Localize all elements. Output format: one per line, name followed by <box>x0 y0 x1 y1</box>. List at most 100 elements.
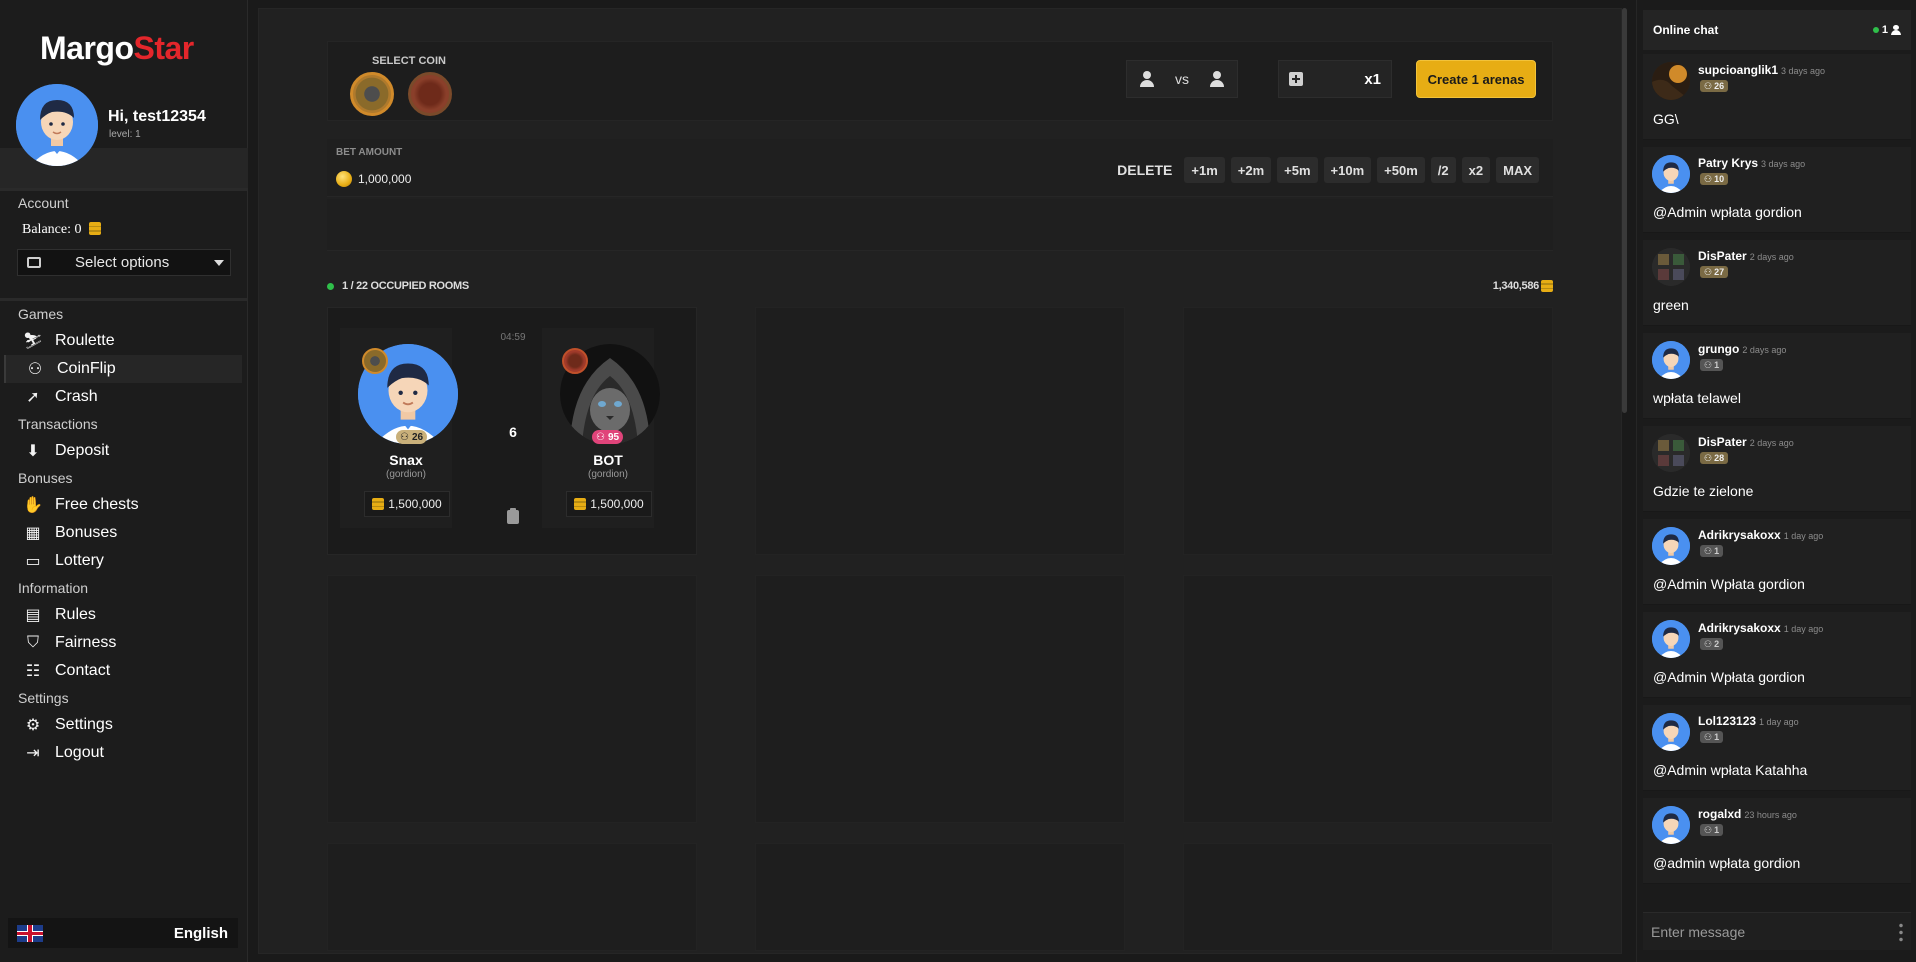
chat-message-input[interactable] <box>1651 923 1881 940</box>
player-name: BOT <box>593 452 623 468</box>
gold-coin-icon <box>336 171 352 187</box>
chat-username-text: rogalxd <box>1698 807 1742 821</box>
chat-message: supcioanglik1 3 days ago ⚇ 26 GG\ <box>1643 54 1911 140</box>
empty-room-slot <box>755 843 1125 951</box>
sidebar-item-roulette[interactable]: ⛷ Roulette <box>4 327 242 355</box>
level-icon: ⚇ <box>1704 266 1713 277</box>
level-icon: ⚇ <box>1704 80 1713 91</box>
hand-icon: ✋ <box>23 497 43 514</box>
bet-plus-50m-button[interactable]: +50m <box>1377 157 1425 183</box>
chat-timestamp: 3 days ago <box>1781 66 1826 76</box>
chat-user-avatar[interactable] <box>1652 155 1690 193</box>
site-logo[interactable]: MargoStar <box>40 30 194 67</box>
chat-user-avatar[interactable] <box>1652 713 1690 751</box>
bet-plus-10m-button[interactable]: +10m <box>1323 157 1372 183</box>
chat-message: Lol123123 1 day ago ⚇ 1 @Admin wpłata Katahh… <box>1643 705 1911 791</box>
bet-plus-5m-button[interactable]: +5m <box>1277 157 1318 183</box>
chat-username[interactable]: Adrikrysakoxx 1 day ago <box>1698 621 1823 635</box>
plus-icon[interactable] <box>1289 72 1303 86</box>
chat-message: Adrikrysakoxx 1 day ago ⚇ 1 @Admin Wpłata go… <box>1643 519 1911 605</box>
chat-user-avatar[interactable] <box>1652 248 1690 286</box>
sidebar-item-coinflip[interactable]: ⚇ CoinFlip <box>4 355 242 383</box>
chat-message: grungo 2 days ago ⚇ 1 wpłata telawel <box>1643 333 1911 419</box>
chat-message-text: wpłata telawel <box>1653 390 1741 406</box>
delete-button[interactable]: DELETE <box>1117 162 1172 178</box>
sidebar-item-rules[interactable]: ▤ Rules <box>4 601 242 629</box>
chat-level-badge: ⚇ 26 <box>1700 80 1729 92</box>
chat-user-avatar[interactable] <box>1652 341 1690 379</box>
roulette-icon: ⛷ <box>22 333 44 350</box>
coins-icon <box>372 498 385 510</box>
chat-message: DisPater 2 days ago ⚇ 28 Gdzie te zielone <box>1643 426 1911 512</box>
contact-card-icon: ☷ <box>25 663 41 680</box>
user-avatar[interactable] <box>16 84 98 166</box>
chat-username[interactable]: supcioanglik1 3 days ago <box>1698 63 1825 77</box>
chat-username[interactable]: DisPater 2 days ago <box>1698 435 1794 449</box>
chat-level-value: 26 <box>1714 81 1725 91</box>
uk-flag-icon <box>17 924 43 942</box>
divider <box>0 188 248 191</box>
sidebar-item-deposit[interactable]: ⬇ Deposit <box>4 437 242 465</box>
chat-username-text: Adrikrysakoxx <box>1698 621 1781 635</box>
payment-select[interactable]: Select options <box>17 249 231 276</box>
chat-input-bar <box>1643 912 1911 950</box>
language-selector[interactable]: English <box>8 918 238 948</box>
bet-max-button[interactable]: MAX <box>1496 157 1539 183</box>
chat-level-value: 1 <box>1714 360 1720 370</box>
sidebar-item-free-chests[interactable]: ✋ Free chests <box>4 491 242 519</box>
sidebar-item-contact[interactable]: ☷ Contact <box>4 657 242 685</box>
chat-username[interactable]: Adrikrysakoxx 1 day ago <box>1698 528 1823 542</box>
chat-level-value: 27 <box>1714 267 1725 277</box>
coins-icon <box>574 498 587 510</box>
bet-double-button[interactable]: x2 <box>1461 157 1491 183</box>
online-dot <box>1872 27 1879 33</box>
empty-room-slot <box>1183 307 1553 555</box>
player-bet: 1,500,000 <box>364 491 450 517</box>
chat-username[interactable]: Patry Krys 3 days ago <box>1698 156 1805 170</box>
nav-heading-settings: Settings <box>18 690 69 706</box>
app-root: MargoStar Hi, test12354 level: 1 Account… <box>0 0 1916 962</box>
bet-half-button[interactable]: /2 <box>1430 157 1456 183</box>
select-coin-label: SELECT COIN <box>372 55 446 67</box>
more-options-icon[interactable] <box>1899 921 1903 942</box>
sidebar-item-logout[interactable]: ⇥ Logout <box>4 739 242 767</box>
chat-level-value: 1 <box>1714 732 1720 742</box>
chat-user-avatar[interactable] <box>1652 806 1690 844</box>
chat-timestamp: 3 days ago <box>1761 159 1806 169</box>
create-arenas-button[interactable]: Create 1 arenas <box>1416 60 1536 98</box>
sidebar-item-fairness[interactable]: ⛉ Fairness <box>4 629 242 657</box>
bet-amount-input[interactable]: 1,000,000 <box>336 171 411 187</box>
sidebar-item-settings[interactable]: ⚙ Settings <box>4 711 242 739</box>
chat-user-avatar[interactable] <box>1652 527 1690 565</box>
chat-username[interactable]: DisPater 2 days ago <box>1698 249 1794 263</box>
bet-plus-1m-button[interactable]: +1m <box>1184 157 1225 183</box>
chat-username[interactable]: rogalxd 23 hours ago <box>1698 807 1797 821</box>
arena-count-stepper[interactable]: x1 <box>1278 60 1392 98</box>
chat-message: DisPater 2 days ago ⚇ 27 green <box>1643 240 1911 326</box>
chat-username[interactable]: Lol123123 1 day ago <box>1698 714 1799 728</box>
online-count-value: 1 <box>1881 24 1888 36</box>
status-dot <box>327 283 334 290</box>
player-mode-selector[interactable]: vs <box>1126 60 1238 98</box>
chat-user-avatar[interactable] <box>1652 62 1690 100</box>
clipboard-icon[interactable] <box>507 508 519 524</box>
chat-level-value: 2 <box>1714 639 1720 649</box>
sidebar-item-bonuses[interactable]: ▦ Bonuses <box>4 519 242 547</box>
chat-message-text: @Admin wpłata Katahha <box>1653 762 1808 778</box>
main-scrollbar[interactable] <box>1622 8 1627 413</box>
chat-user-avatar[interactable] <box>1652 620 1690 658</box>
chosen-coin-red <box>562 348 588 374</box>
sidebar-item-label: Deposit <box>55 442 110 459</box>
chat-username[interactable]: grungo 2 days ago <box>1698 342 1786 356</box>
coin-red-option[interactable] <box>408 72 452 116</box>
sidebar-item-crash[interactable]: ➚ Crash <box>4 383 242 411</box>
player-level-badge: ⚇ 95 <box>592 430 624 444</box>
sidebar-item-lottery[interactable]: ▭ Lottery <box>4 547 242 575</box>
level-icon: ⚇ <box>596 431 605 443</box>
coin-gold-option[interactable] <box>350 72 394 116</box>
coinflip-room[interactable]: ⚇ 26 Snax (gordion) 1,500,000 04:59 6 ⚇ … <box>327 307 697 555</box>
chat-user-avatar[interactable] <box>1652 434 1690 472</box>
bet-plus-2m-button[interactable]: +2m <box>1230 157 1272 183</box>
rooms-total-text: 1,340,586 <box>1492 280 1540 292</box>
level-icon: ⚇ <box>1704 359 1713 370</box>
